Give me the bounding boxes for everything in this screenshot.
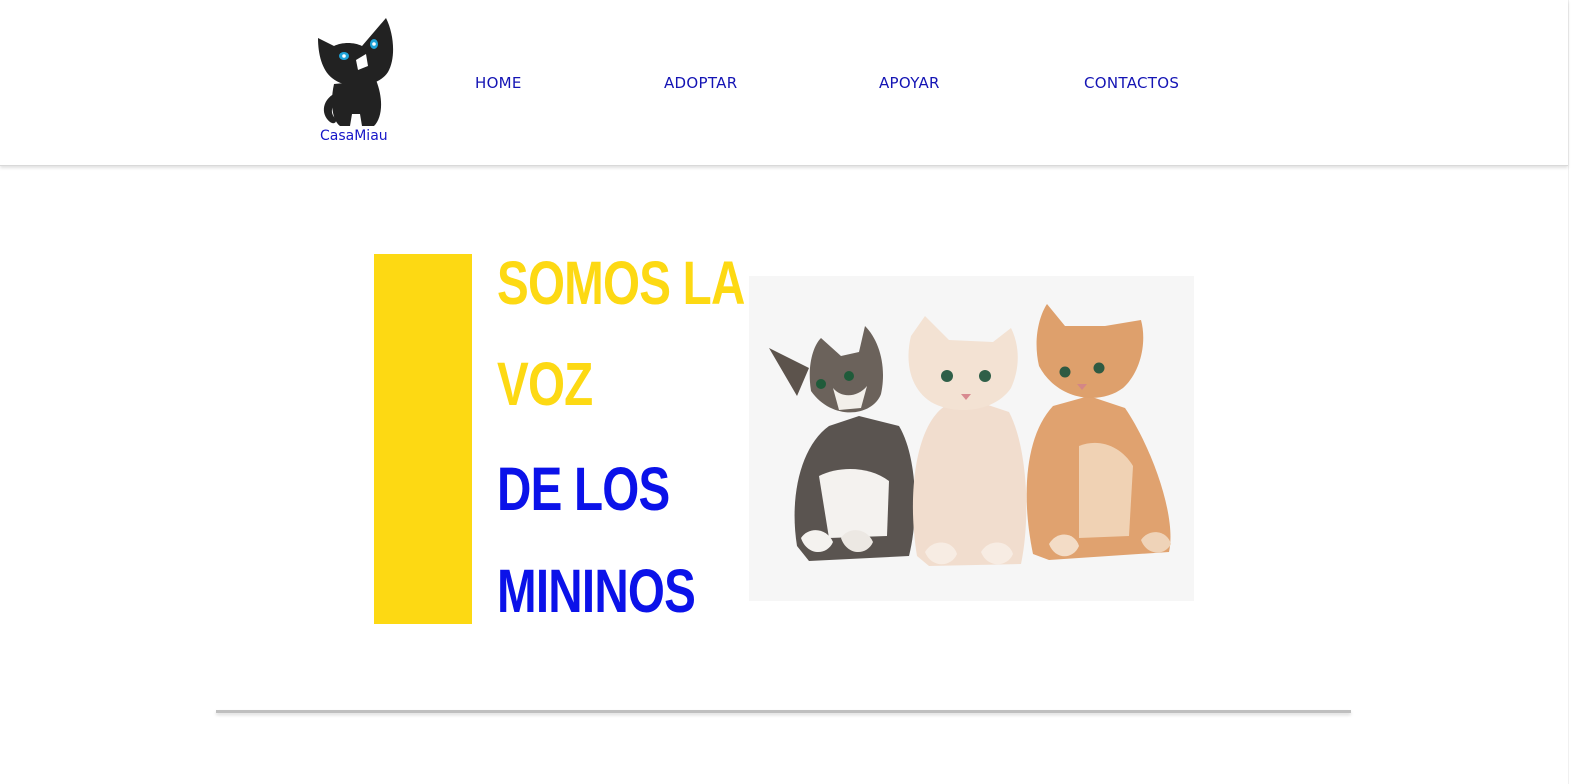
nav-item-apoyar[interactable]: APOYAR [879, 74, 940, 92]
nav-item-contactos[interactable]: CONTACTOS [1084, 74, 1179, 92]
page-scrollbar[interactable] [1568, 0, 1584, 784]
hero-headline-line-2: VOZ [497, 350, 593, 418]
brand-name: CasaMiau [320, 128, 388, 144]
site-header: CasaMiau HOME ADOPTAR APOYAR CONTACTOS [0, 0, 1568, 166]
hero-headline-line-1: SOMOS LA [497, 249, 745, 317]
three-kittens-photo [749, 276, 1194, 601]
nav-item-home[interactable]: HOME [475, 74, 522, 92]
nav-item-adoptar[interactable]: ADOPTAR [664, 74, 737, 92]
black-cat-icon [318, 18, 394, 126]
tabby-kitten [769, 326, 915, 561]
hero-accent-bar [374, 254, 472, 624]
hero-headline-line-3: DE LOS [497, 455, 670, 523]
cream-kitten [908, 316, 1027, 566]
hero-headline-line-4: MININOS [497, 557, 696, 625]
section-divider [216, 710, 1351, 713]
logo[interactable]: CasaMiau [312, 14, 402, 148]
orange-kitten [1026, 304, 1171, 560]
